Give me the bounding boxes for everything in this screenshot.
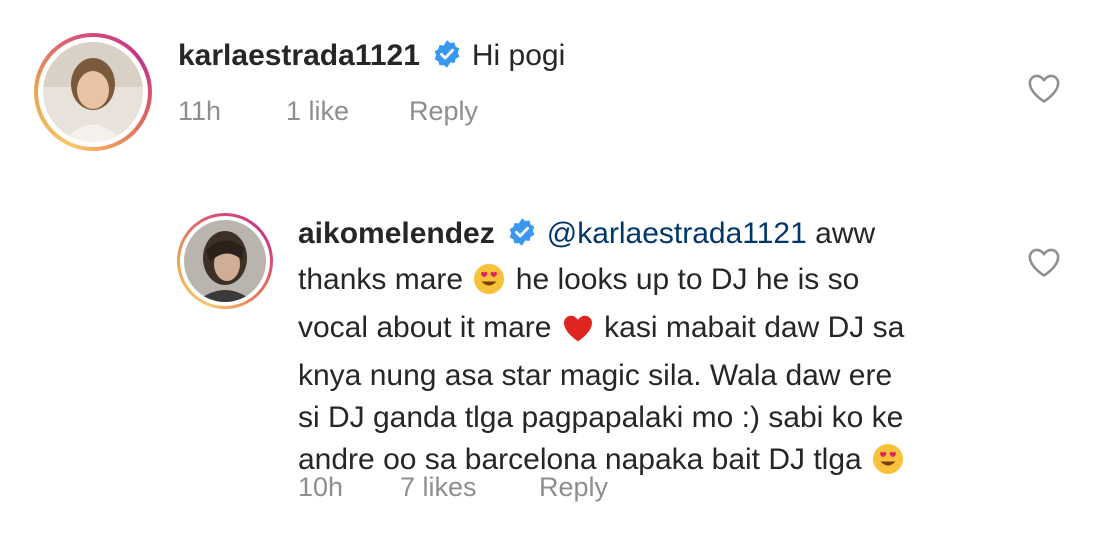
avatar-karlaestrada1121[interactable] <box>34 33 152 151</box>
comment-text: he looks up to DJ he is so <box>507 263 860 296</box>
comment-text: aww <box>806 217 876 250</box>
like-heart-icon[interactable] <box>1027 72 1061 104</box>
reply-button[interactable]: Reply <box>539 472 608 503</box>
comment-line: si DJ ganda tlga pagpapalaki mo :) sabi … <box>298 401 904 434</box>
reply-button[interactable]: Reply <box>409 96 478 127</box>
comment-like-count[interactable]: 1 like <box>286 96 349 127</box>
comment-2-meta: 10h 7 likes Reply <box>298 472 698 504</box>
comment-2-body: aikomelendez @karlaestrada1121 aww thanks… <box>298 213 998 487</box>
comment-line: aikomelendez @karlaestrada1121 aww <box>298 213 998 259</box>
comment-like-count[interactable]: 7 likes <box>400 472 477 503</box>
verified-badge-icon <box>507 217 537 259</box>
comment-line: thanks mare he looks up to DJ he is so <box>298 259 998 307</box>
avatar-aikomelendez[interactable] <box>177 213 273 309</box>
avatar-photo <box>43 42 143 142</box>
comment-text: thanks mare <box>298 263 464 296</box>
comment-username[interactable]: karlaestrada1121 <box>178 39 420 72</box>
comment-line: knya nung asa star magic sila. Wala daw … <box>298 359 893 392</box>
comment-1-meta: 11h 1 like Reply <box>178 96 578 128</box>
comment-text: Hi pogi <box>471 39 566 72</box>
comment-line: vocal about it mare kasi mabait daw DJ s… <box>298 307 998 355</box>
heart-eyes-emoji <box>872 443 904 487</box>
comment-username[interactable]: aikomelendez <box>298 217 495 250</box>
comment-text: vocal about it mare <box>298 311 552 344</box>
mention-link[interactable]: @karlaestrada1121 <box>547 217 807 250</box>
red-heart-emoji <box>562 313 594 355</box>
avatar-photo <box>184 220 266 302</box>
comment-timestamp: 10h <box>298 472 344 502</box>
verified-badge-icon <box>432 39 462 81</box>
comment-timestamp: 11h <box>178 96 222 126</box>
like-heart-icon[interactable] <box>1027 246 1061 278</box>
comment-1-body: karlaestrada1121 Hi pogi <box>178 35 565 81</box>
comment-text: kasi mabait daw DJ sa <box>595 311 905 344</box>
heart-eyes-emoji <box>473 263 505 307</box>
